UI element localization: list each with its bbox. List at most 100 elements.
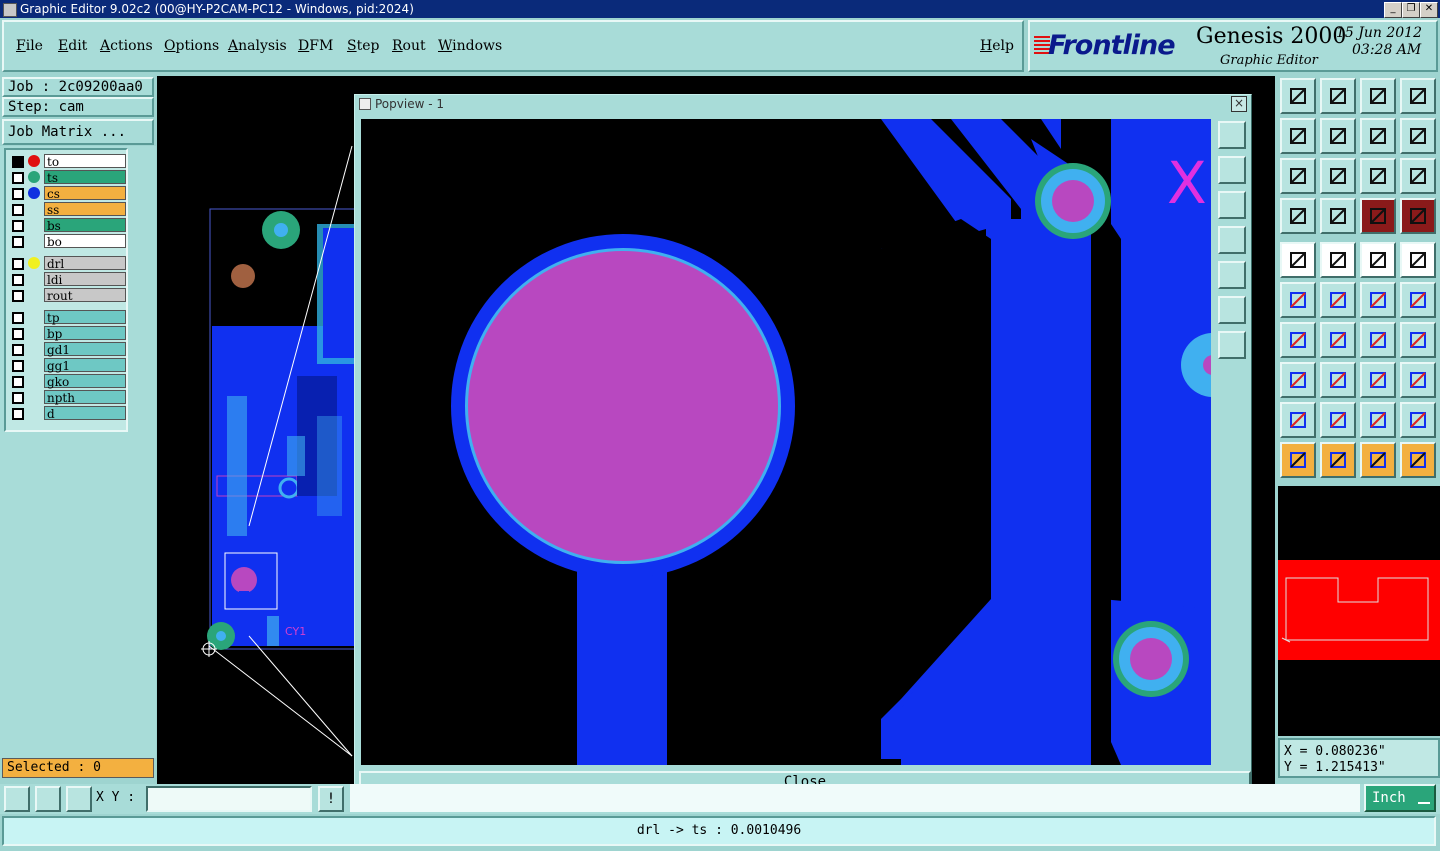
close-window-button[interactable]: ✕ [1420, 2, 1438, 18]
job-matrix-button[interactable]: Job Matrix ... [2, 119, 154, 145]
popview-pan-up-icon[interactable] [1218, 156, 1246, 184]
layer-checkbox[interactable] [12, 376, 24, 388]
popview-zoom-window-icon[interactable] [1218, 121, 1246, 149]
triangle-c-icon[interactable] [1400, 402, 1436, 438]
zoom-center-icon[interactable] [1320, 158, 1356, 194]
layer-checkbox[interactable] [12, 156, 24, 168]
layer-row-bo[interactable]: bo [10, 234, 126, 249]
layer-row-ldi[interactable]: ldi [10, 272, 126, 287]
angle-icon[interactable] [1280, 322, 1316, 358]
layer-row-gko[interactable]: gko [10, 374, 126, 389]
pan-up-icon[interactable] [1280, 78, 1316, 114]
redo-view-icon[interactable] [1400, 118, 1436, 154]
layer-row-gd1[interactable]: gd1 [10, 342, 126, 357]
pointer-box-icon[interactable] [1320, 442, 1356, 478]
ruler-icon[interactable] [1360, 242, 1396, 278]
layer-checkbox[interactable] [12, 220, 24, 232]
pan-right-icon[interactable] [1320, 118, 1356, 154]
draw-line-icon[interactable] [1320, 242, 1356, 278]
popview-pan-right-icon[interactable] [1218, 261, 1246, 289]
move-point-2-icon[interactable] [1400, 282, 1436, 318]
text-icon[interactable] [1400, 322, 1436, 358]
layer-row-rout[interactable]: rout [10, 288, 126, 303]
menu-analysis[interactable]: Analysis [228, 38, 287, 54]
snap-mode-icon[interactable] [4, 786, 30, 812]
units-select[interactable]: Inch [1364, 784, 1436, 812]
menu-windows[interactable]: Windows [438, 38, 502, 54]
popview-pan-left-icon[interactable] [1218, 226, 1246, 254]
line-tool-icon[interactable] [1320, 322, 1356, 358]
layer-row-drl[interactable]: drl [10, 256, 126, 271]
layer-row-bs[interactable]: bs [10, 218, 126, 233]
node-edit-icon[interactable] [1400, 442, 1436, 478]
layer-row-bp[interactable]: bp [10, 326, 126, 341]
layer-checkbox[interactable] [12, 188, 24, 200]
cross-icon[interactable] [1320, 282, 1356, 318]
layer-checkbox[interactable] [12, 360, 24, 372]
snap-red-icon[interactable] [1360, 198, 1396, 234]
zoom-fit-icon[interactable] [1280, 158, 1316, 194]
menu-file[interactable]: File [16, 38, 43, 54]
measure-mode-icon[interactable] [35, 786, 61, 812]
layer-checkbox[interactable] [12, 204, 24, 216]
menu-rout[interactable]: Rout [392, 38, 426, 54]
select-pad-icon[interactable] [1280, 242, 1316, 278]
menu-options[interactable]: Options [164, 38, 219, 54]
layer-checkbox[interactable] [12, 312, 24, 324]
settings-icon[interactable] [1280, 198, 1316, 234]
layer-row-ts[interactable]: ts [10, 170, 126, 185]
popview-zoom-out-icon[interactable] [1218, 331, 1246, 359]
add-pad-icon[interactable] [1280, 362, 1316, 398]
grid-mode-icon[interactable] [66, 786, 92, 812]
layer-row-gg1[interactable]: gg1 [10, 358, 126, 373]
layer-checkbox[interactable] [12, 344, 24, 356]
layer-checkbox[interactable] [12, 328, 24, 340]
pan-down-icon[interactable] [1320, 78, 1356, 114]
layer-row-npth[interactable]: npth [10, 390, 126, 405]
triangle-a-icon[interactable] [1320, 402, 1356, 438]
connect-icon[interactable] [1280, 282, 1316, 318]
cluster-icon[interactable] [1400, 362, 1436, 398]
split-view-icon[interactable] [1400, 78, 1436, 114]
pointer-select-icon[interactable] [1360, 442, 1396, 478]
layer-checkbox[interactable] [12, 290, 24, 302]
menu-dfm[interactable]: DFM [298, 38, 333, 54]
layer-checkbox[interactable] [12, 236, 24, 248]
layer-row-d[interactable]: d [10, 406, 126, 421]
home-icon[interactable] [1360, 78, 1396, 114]
pointer-icon[interactable] [1280, 442, 1316, 478]
grid-icon[interactable] [1320, 198, 1356, 234]
layer-checkbox[interactable] [12, 392, 24, 404]
layer-row-tp[interactable]: tp [10, 310, 126, 325]
restore-button[interactable]: ❐ [1402, 2, 1420, 18]
layer-checkbox[interactable] [12, 258, 24, 270]
popview-canvas[interactable]: X [361, 119, 1211, 765]
popview-pan-down-icon[interactable] [1218, 191, 1246, 219]
layer-row-ss[interactable]: ss [10, 202, 126, 217]
layer-checkbox[interactable] [12, 172, 24, 184]
measure-box-icon[interactable] [1360, 362, 1396, 398]
record-icon[interactable] [1400, 242, 1436, 278]
arc-icon[interactable] [1360, 322, 1396, 358]
overview-map[interactable] [1278, 486, 1440, 736]
triangle-b-icon[interactable] [1360, 402, 1396, 438]
popview-zoom-in-icon[interactable] [1218, 296, 1246, 324]
move-point-icon[interactable] [1360, 282, 1396, 318]
zoom-1to2-icon[interactable] [1360, 158, 1396, 194]
menu-step[interactable]: Step [347, 38, 379, 54]
undo-view-icon[interactable] [1360, 118, 1396, 154]
layer-row-to[interactable]: to [10, 154, 126, 169]
layer-row-cs[interactable]: cs [10, 186, 126, 201]
layer-checkbox[interactable] [12, 274, 24, 286]
minimize-button[interactable]: _ [1384, 2, 1402, 18]
execute-button[interactable]: ! [318, 786, 344, 812]
split-icon[interactable] [1320, 362, 1356, 398]
pan-left-icon[interactable] [1280, 118, 1316, 154]
help-icon[interactable] [1400, 158, 1436, 194]
menu-help[interactable]: Help [980, 38, 1014, 54]
triangle-icon[interactable] [1280, 402, 1316, 438]
popview-close-icon[interactable]: × [1231, 96, 1247, 112]
menu-actions[interactable]: Actions [100, 38, 153, 54]
layer-checkbox[interactable] [12, 408, 24, 420]
snap-red-2-icon[interactable] [1400, 198, 1436, 234]
